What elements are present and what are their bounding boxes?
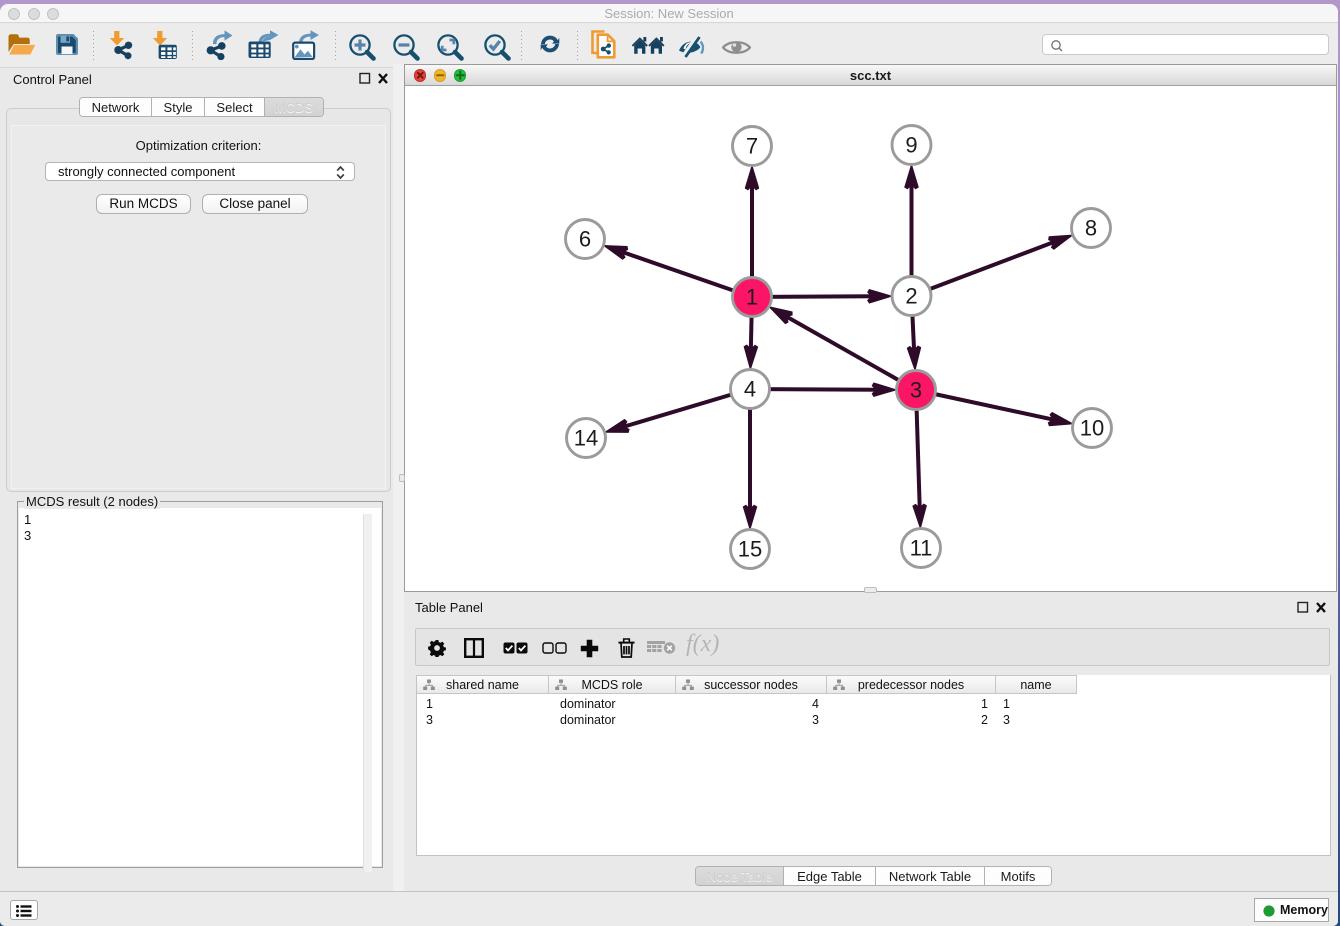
svg-text:10: 10 — [1080, 416, 1104, 441]
svg-text:3: 3 — [910, 378, 922, 403]
svg-text:6: 6 — [579, 227, 591, 252]
svg-text:4: 4 — [744, 377, 756, 402]
svg-text:8: 8 — [1085, 216, 1097, 241]
svg-text:11: 11 — [910, 536, 933, 561]
svg-text:15: 15 — [738, 537, 762, 562]
svg-text:14: 14 — [574, 426, 598, 451]
svg-text:9: 9 — [905, 133, 917, 158]
svg-text:1: 1 — [746, 285, 758, 310]
svg-text:2: 2 — [905, 284, 917, 309]
svg-text:7: 7 — [746, 134, 758, 159]
